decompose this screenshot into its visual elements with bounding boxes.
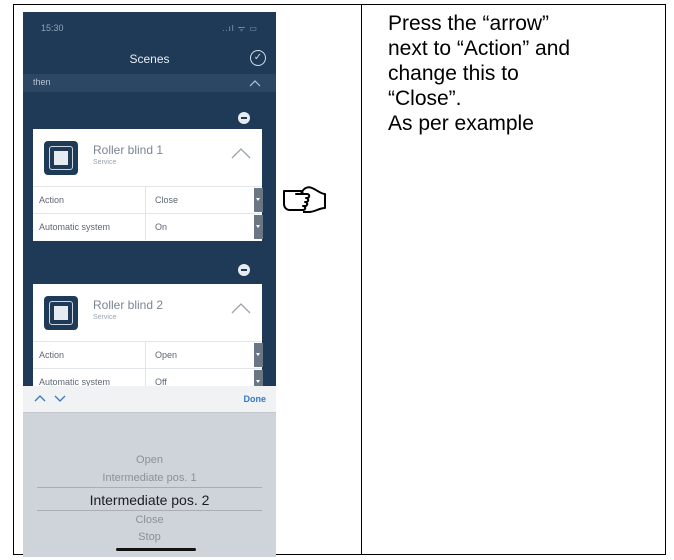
dropdown-arrow-icon[interactable] — [254, 188, 263, 212]
picker-option[interactable]: Open — [23, 454, 276, 466]
instruction-line: change this to — [388, 62, 519, 85]
row-label: Action — [39, 195, 65, 205]
row-label: Automatic system — [39, 222, 111, 232]
picker-option[interactable]: Intermediate pos. 1 — [23, 472, 276, 484]
device-card-2: Roller blind 2 Service Action Open Autom… — [33, 284, 263, 395]
dropdown-arrow-icon[interactable] — [254, 343, 263, 367]
device-name: Roller blind 2 — [93, 298, 164, 312]
picker-option[interactable]: Stop — [23, 531, 276, 543]
instruction-line: “Close”. — [388, 87, 462, 110]
action-row: Action Close — [33, 186, 263, 213]
device-header-2[interactable]: Roller blind 2 Service — [33, 284, 262, 341]
row-value: Close — [155, 195, 179, 205]
chevron-up-icon[interactable] — [248, 76, 262, 90]
action-select[interactable]: Close — [145, 187, 263, 213]
picker-selection-line — [37, 487, 262, 488]
picker-selection-line — [37, 510, 262, 511]
status-icons: ..ıl ᯤ ▭ — [222, 24, 258, 33]
remove-device-1-icon[interactable] — [238, 112, 250, 124]
device-type: Service — [93, 314, 117, 321]
device-header-1[interactable]: Roller blind 1 Service — [33, 129, 262, 186]
then-label: then — [33, 77, 51, 87]
chevron-up-icon[interactable] — [230, 301, 252, 315]
action-row: Action Open — [33, 341, 263, 368]
chevron-up-icon[interactable] — [33, 392, 47, 404]
phone-screenshot: 15:30 ..ıl ᯤ ▭ Scenes ✓ then Roller blin… — [23, 12, 276, 557]
automatic-system-row: Automatic system On — [33, 213, 263, 240]
status-time: 15:30 — [41, 23, 64, 33]
pointing-hand-icon — [283, 186, 326, 213]
action-select[interactable]: Open — [145, 342, 263, 368]
check-circle-icon[interactable]: ✓ — [250, 50, 266, 66]
automatic-system-select[interactable]: On — [145, 214, 263, 240]
device-card-1: Roller blind 1 Service Action Close Auto… — [33, 129, 263, 241]
dropdown-arrow-icon[interactable] — [254, 215, 263, 239]
picker-toolbar: Done — [23, 386, 276, 413]
instruction-line: next to “Action” and — [388, 37, 571, 60]
chevron-up-icon[interactable] — [230, 146, 252, 160]
home-indicator — [116, 548, 196, 551]
instruction-line: Press the “arrow” — [388, 12, 550, 35]
row-label: Action — [39, 350, 65, 360]
row-value: On — [155, 222, 168, 232]
column-divider — [361, 4, 362, 555]
device-name: Roller blind 1 — [93, 143, 164, 157]
roller-blind-icon — [44, 296, 78, 330]
status-bar: 15:30 ..ıl ᯤ ▭ — [23, 12, 276, 48]
instruction-line: As per example — [388, 112, 534, 135]
row-value: Open — [155, 350, 178, 360]
picker-option-selected[interactable]: Intermediate pos. 2 — [23, 492, 276, 508]
chevron-down-icon[interactable] — [53, 392, 67, 404]
remove-device-2-icon[interactable] — [238, 264, 250, 276]
picker-option[interactable]: Close — [23, 514, 276, 526]
then-section-header[interactable]: then — [23, 74, 276, 92]
instruction-text: Press the “arrow” next to “Action” and c… — [388, 11, 658, 136]
roller-blind-icon — [44, 141, 78, 175]
page-title: Scenes — [129, 52, 170, 66]
done-button[interactable]: Done — [244, 394, 267, 404]
device-type: Service — [93, 159, 117, 166]
value-picker[interactable]: Done Open Intermediate pos. 1 Intermedia… — [23, 386, 276, 557]
